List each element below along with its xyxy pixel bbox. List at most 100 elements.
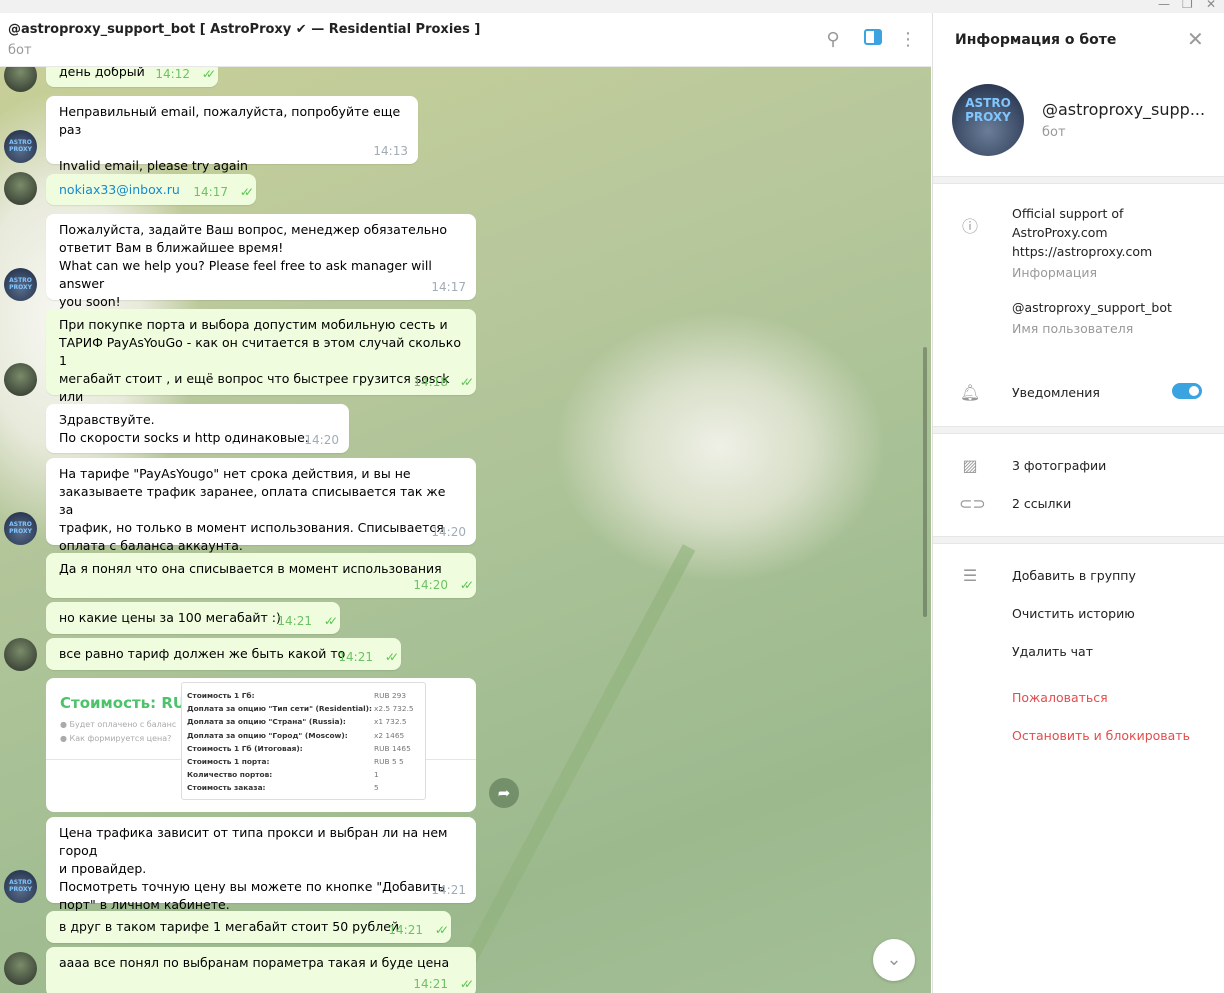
- scroll-to-bottom-button[interactable]: ⌄: [873, 939, 915, 981]
- read-check-icon: ✓✓: [459, 578, 474, 592]
- message-outgoing[interactable]: При покупке порта и выбора допустим моби…: [46, 309, 476, 422]
- background-decoration: [438, 544, 696, 993]
- notifications-label: Уведомления: [1012, 385, 1100, 400]
- username-label: Имя пользователя: [1012, 321, 1134, 336]
- search-icon[interactable]: ⚲: [822, 29, 844, 51]
- message-time: 14:21: [388, 923, 423, 937]
- message-line: ТАРИФ PayAsYouGo - как он считается в эт…: [59, 335, 461, 368]
- bio-text: Official support of: [1012, 206, 1124, 221]
- message-line: Invalid email, please try again: [59, 158, 248, 173]
- message-outgoing[interactable]: все равно тариф должен же быть какой то 1…: [46, 638, 401, 670]
- message-text: день добрый: [59, 67, 145, 79]
- message-line: Здравствуйте.: [59, 412, 155, 427]
- read-check-icon: ✓✓: [239, 185, 254, 199]
- sidebar-toggle-icon[interactable]: [862, 29, 884, 51]
- balance-note: Будет оплачено с баланс: [69, 720, 177, 729]
- avatar: [4, 638, 37, 671]
- avatar: [4, 363, 37, 396]
- read-check-icon: ✓✓: [434, 923, 449, 937]
- message-text: в друг в таком тарифе 1 мегабайт стоит 5…: [59, 919, 400, 934]
- price-heading: Стоимость: RUB: [60, 694, 197, 712]
- chat-scrollbar[interactable]: [923, 347, 927, 617]
- clear-history-button[interactable]: Очистить историю: [1012, 606, 1135, 621]
- chat-title: @astroproxy_support_bot [ AstroProxy ✔ —…: [8, 22, 481, 37]
- close-window-icon[interactable]: ✕: [1206, 0, 1216, 11]
- bot-status: бот: [1042, 125, 1066, 140]
- message-time: 14:20: [431, 525, 466, 539]
- avatar: [4, 67, 37, 92]
- more-menu-icon[interactable]: ⋮: [897, 29, 919, 51]
- message-time: 14:20: [413, 578, 448, 592]
- message-incoming[interactable]: На тарифе "PayAsYougo" нет срока действи…: [46, 458, 476, 553]
- close-panel-icon[interactable]: ✕: [1187, 27, 1204, 51]
- maximize-icon[interactable]: ❐: [1182, 0, 1193, 11]
- info-icon: ⓘ: [961, 217, 978, 236]
- links-link[interactable]: 2 ссылки: [1012, 496, 1071, 511]
- photos-link[interactable]: 3 фотографии: [1012, 458, 1106, 473]
- message-line: При покупке порта и выбора допустим моби…: [59, 317, 448, 332]
- message-line: На тарифе "PayAsYougo" нет срока действи…: [59, 466, 411, 481]
- photo-icon: ▨: [962, 456, 978, 475]
- message-time: 14:17: [193, 185, 228, 199]
- bot-avatar: [4, 870, 37, 903]
- message-outgoing[interactable]: nokiax33@inbox.ru 14:17 ✓✓: [46, 174, 256, 205]
- message-outgoing[interactable]: аааа все понял по выбранам пораметра так…: [46, 947, 476, 993]
- read-check-icon: ✓✓: [323, 614, 338, 628]
- bio-link[interactable]: AstroProxy.com: [1012, 225, 1108, 240]
- link-icon: ⊂⊃: [959, 494, 986, 513]
- message-outgoing[interactable]: в друг в таком тарифе 1 мегабайт стоит 5…: [46, 911, 451, 943]
- message-time: 14:20: [304, 433, 339, 447]
- bell-icon: 🔔︎: [959, 383, 981, 402]
- block-button[interactable]: Остановить и блокировать: [1012, 728, 1190, 743]
- read-check-icon: ✓✓: [459, 977, 474, 991]
- username[interactable]: @astroproxy_support_bot: [1012, 300, 1172, 315]
- message-time: 14:17: [431, 280, 466, 294]
- chat-area: день добрый 14:12 ✓✓ Неправильный email, п…: [0, 67, 931, 993]
- avatar: [4, 172, 37, 205]
- message-incoming[interactable]: Здравствуйте. По скорости socks и http од…: [46, 404, 349, 453]
- price-breakdown-tooltip: Стоимость 1 Гб: RUB 293 Доплата за опцию …: [181, 682, 426, 800]
- minimize-icon[interactable]: —: [1158, 0, 1170, 11]
- email-link[interactable]: nokiax33@inbox.ru: [59, 182, 180, 197]
- panel-title: Информация о боте: [955, 32, 1117, 48]
- chat-subtitle: бот: [8, 43, 32, 58]
- message-time: 14:21: [413, 977, 448, 991]
- message-incoming[interactable]: Неправильный email, пожалуйста, попробуй…: [46, 96, 418, 173]
- message-text: но какие цены за 100 мегабайт :): [59, 610, 281, 625]
- website-link[interactable]: https://astroproxy.com: [1012, 244, 1152, 259]
- bot-avatar: [4, 268, 37, 301]
- bot-profile-photo[interactable]: ASTRO PROXY: [952, 84, 1024, 156]
- message-outgoing[interactable]: но какие цены за 100 мегабайт :) 14:21 ✓✓: [46, 602, 340, 634]
- chat-header[interactable]: @astroproxy_support_bot [ AstroProxy ✔ —…: [0, 13, 931, 67]
- message-time: 14:18: [413, 375, 448, 389]
- report-button[interactable]: Пожаловаться: [1012, 690, 1108, 705]
- message-text: все равно тариф должен же быть какой то: [59, 646, 346, 661]
- window-titlebar: — ❐ ✕: [0, 0, 1224, 13]
- message-time: 14:21: [338, 650, 373, 664]
- message-line: трафик, но только в момент использования…: [59, 520, 444, 535]
- bot-avatar: [4, 512, 37, 545]
- notifications-toggle[interactable]: [1172, 383, 1202, 399]
- message-time: 14:21: [431, 883, 466, 897]
- bot-name: @astroproxy_supp...: [1042, 100, 1206, 119]
- message-line: Пожалуйста, задайте Ваш вопрос, менеджер…: [59, 222, 447, 237]
- forward-button[interactable]: ➦: [489, 778, 519, 808]
- message-outgoing[interactable]: день добрый 14:12 ✓✓: [46, 67, 218, 87]
- message-line: Посмотреть точную цену вы можете по кноп…: [59, 879, 446, 894]
- message-outgoing[interactable]: Да я понял что она списывается в момент …: [46, 553, 476, 598]
- read-check-icon: ✓✓: [384, 650, 399, 664]
- message-incoming[interactable]: Цена трафика зависит от типа прокси и вы…: [46, 817, 476, 912]
- message-line: мегабайт стоит , и ещё вопрос что быстре…: [59, 371, 450, 404]
- message-incoming[interactable]: Пожалуйста, задайте Ваш вопрос, менеджер…: [46, 214, 476, 309]
- message-line: и провайдер.: [59, 861, 147, 876]
- price-help-link: Как формируется цена?: [69, 734, 172, 743]
- add-to-group-button[interactable]: Добавить в группу: [1012, 568, 1136, 583]
- message-line: заказываете трафик заранее, оплата списы…: [59, 484, 446, 517]
- message-line: What can we help you? Please feel free t…: [59, 258, 432, 291]
- delete-chat-button[interactable]: Удалить чат: [1012, 644, 1093, 659]
- read-check-icon: ✓✓: [459, 375, 474, 389]
- list-icon: ☰: [962, 566, 978, 585]
- message-time: 14:12: [155, 67, 190, 81]
- screenshot-image-message[interactable]: Стоимость: RUB ● Будет оплачено с баланс…: [46, 678, 476, 812]
- message-line: Цена трафика зависит от типа прокси и вы…: [59, 825, 448, 858]
